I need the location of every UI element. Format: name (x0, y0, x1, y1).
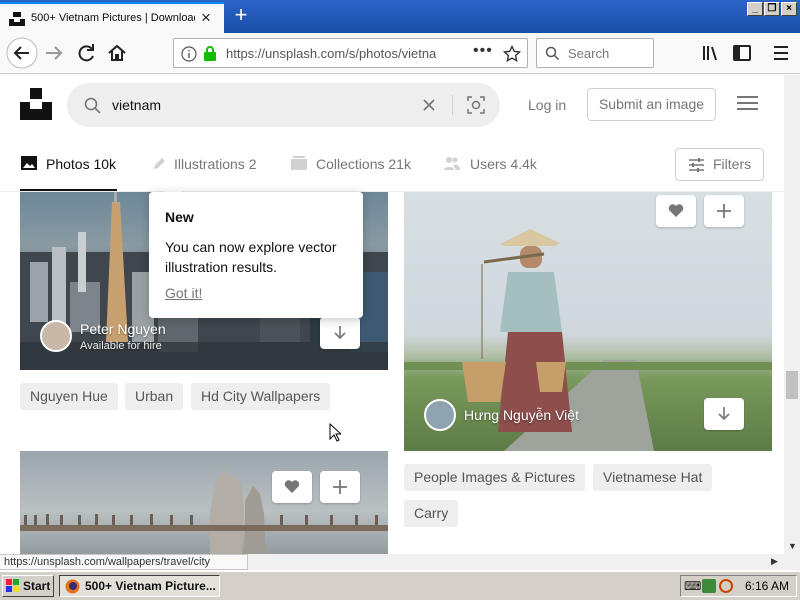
photo-icon (21, 156, 37, 170)
close-window-icon[interactable]: × (781, 2, 797, 16)
download-button[interactable] (320, 317, 360, 349)
photo-vietnamese-woman[interactable]: Hưng Nguyễn Việt (404, 192, 772, 451)
close-tab-icon[interactable]: × (198, 9, 214, 26)
browser-tab[interactable]: 500+ Vietnam Pictures | Download × (0, 2, 224, 33)
new-feature-tooltip: New You can now explore vector illustrat… (149, 192, 363, 318)
info-icon[interactable] (181, 46, 197, 62)
tag-carry[interactable]: Carry (404, 500, 459, 527)
unsplash-favicon-icon (9, 12, 25, 26)
hamburger-menu-icon[interactable] (767, 39, 795, 67)
visual-search-icon[interactable] (467, 96, 485, 114)
submit-image-button[interactable]: Submit an image (587, 88, 716, 121)
mouse-cursor-icon (329, 423, 341, 442)
minimize-icon[interactable]: _ (747, 2, 763, 16)
tooltip-title: New (165, 209, 194, 225)
add-to-collection-button[interactable] (320, 471, 360, 503)
heart-icon (284, 480, 300, 493)
add-to-collection-button[interactable] (704, 195, 744, 227)
tooltip-got-it-link[interactable]: Got it! (165, 285, 202, 301)
vertical-scrollbar[interactable]: ▼ (784, 75, 800, 554)
pen-icon (154, 158, 165, 169)
tab-users[interactable]: Users 4.4k (470, 156, 537, 172)
tag-nguyen-hue[interactable]: Nguyen Hue (20, 383, 118, 410)
download-icon (334, 326, 346, 340)
back-icon[interactable] (6, 37, 38, 69)
url-text: https://unsplash.com/s/photos/vietna (226, 46, 437, 61)
tab-illustrations[interactable]: Illustrations 2 (174, 156, 256, 172)
avatar[interactable] (40, 320, 72, 352)
download-button[interactable] (704, 398, 744, 430)
heart-icon (668, 204, 684, 217)
tag-hd-city-wallpapers[interactable]: Hd City Wallpapers (191, 383, 331, 410)
page-actions-icon[interactable]: ••• (473, 42, 493, 60)
network-icon[interactable] (702, 579, 716, 593)
browser-titlebar: 500+ Vietnam Pictures | Download × + _ ❐… (0, 0, 800, 33)
clock[interactable]: 6:16 AM (745, 579, 789, 593)
search-tray-icon[interactable] (719, 579, 733, 593)
author-availability: Available for hire (80, 340, 162, 352)
scroll-right-arrow-icon[interactable]: ▶ (771, 556, 778, 567)
tag-people-images[interactable]: People Images & Pictures (404, 464, 586, 491)
search-icon (545, 46, 560, 61)
sliders-icon (689, 158, 704, 172)
forward-icon[interactable] (40, 39, 68, 67)
tab-photos[interactable]: Photos 10k (46, 156, 116, 172)
lock-icon (204, 46, 216, 61)
plus-icon (333, 480, 347, 494)
photo-author[interactable]: Hưng Nguyễn Việt (464, 407, 579, 423)
search-placeholder: Search (568, 46, 610, 61)
menu-icon[interactable] (737, 95, 758, 111)
status-bar-url: https://unsplash.com/wallpapers/travel/c… (0, 554, 248, 570)
site-header: vietnam Log in Submit an image Photos 10… (0, 75, 784, 192)
url-bar[interactable]: https://unsplash.com/s/photos/vietna ••• (173, 38, 528, 68)
filters-label: Filters (713, 156, 752, 172)
collections-icon (291, 156, 307, 170)
like-button[interactable] (656, 195, 696, 227)
browser-navbar: https://unsplash.com/s/photos/vietna •••… (0, 33, 800, 74)
users-icon (444, 157, 460, 170)
clear-search-icon[interactable] (423, 99, 435, 111)
site-search-bar[interactable]: vietnam (67, 83, 500, 127)
windows-logo-icon (6, 579, 19, 592)
unsplash-logo-icon[interactable] (20, 88, 52, 120)
tag-vietnamese-hat[interactable]: Vietnamese Hat (593, 464, 713, 491)
scrollbar-corner (784, 554, 800, 570)
firefox-icon (65, 579, 80, 594)
windows-taskbar: Start 500+ Vietnam Picture... ⌨ 6:16 AM (0, 571, 800, 600)
tooltip-arrow (164, 183, 182, 192)
like-button[interactable] (272, 471, 312, 503)
sidebar-icon[interactable] (728, 39, 756, 67)
restore-icon[interactable]: ❐ (764, 2, 780, 16)
tab-title: 500+ Vietnam Pictures | Download (31, 12, 195, 24)
search-results: Peter Nguyen Available for hire Nguyen H… (0, 192, 784, 554)
photo-author[interactable]: Peter Nguyen (80, 321, 166, 337)
avatar[interactable] (424, 399, 456, 431)
vertical-scroll-thumb[interactable] (786, 371, 798, 399)
tooltip-body: You can now explore vector illustration … (165, 239, 337, 275)
search-icon[interactable] (84, 97, 101, 114)
login-link[interactable]: Log in (528, 97, 566, 113)
taskbar-window-label: 500+ Vietnam Picture... (85, 579, 216, 593)
search-divider (452, 95, 453, 115)
library-icon[interactable] (697, 39, 725, 67)
system-tray: ⌨ 6:16 AM (680, 575, 797, 597)
bookmark-star-icon[interactable] (503, 45, 521, 63)
start-label: Start (23, 579, 51, 593)
tab-collections[interactable]: Collections 21k (316, 156, 411, 172)
photo-golden-bridge[interactable] (20, 451, 388, 554)
site-search-input[interactable]: vietnam (112, 97, 161, 113)
plus-icon (717, 204, 731, 218)
scroll-down-arrow-icon[interactable]: ▼ (788, 541, 797, 551)
home-icon[interactable] (103, 39, 131, 67)
start-button[interactable]: Start (2, 575, 54, 597)
tag-urban[interactable]: Urban (125, 383, 184, 410)
download-icon (718, 407, 730, 421)
active-tab-indicator (20, 189, 117, 191)
taskbar-window-button[interactable]: 500+ Vietnam Picture... (59, 575, 220, 597)
browser-search-box[interactable]: Search (536, 38, 654, 68)
keyboard-icon[interactable]: ⌨ (684, 579, 701, 593)
new-tab-icon[interactable]: + (229, 3, 253, 27)
reload-icon[interactable] (72, 39, 100, 67)
filters-button[interactable]: Filters (675, 148, 764, 181)
